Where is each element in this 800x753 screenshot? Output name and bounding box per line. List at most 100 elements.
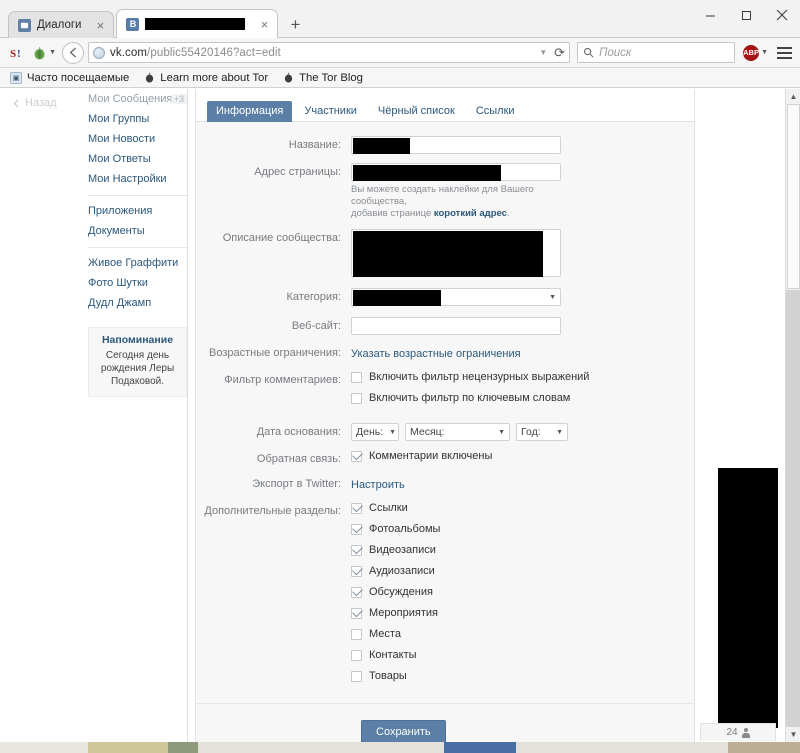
menu-icon[interactable]: [777, 46, 792, 59]
tab-links[interactable]: Ссылки: [467, 101, 524, 122]
close-icon[interactable]: ×: [257, 17, 271, 31]
checkbox-label: Места: [369, 628, 401, 640]
save-bar: Сохранить: [196, 703, 694, 742]
sidebar-item-answers[interactable]: Мои Ответы: [88, 149, 187, 169]
maximize-icon[interactable]: [728, 0, 764, 30]
year-select[interactable]: Год: ▼: [516, 423, 568, 441]
checkbox[interactable]: [351, 450, 362, 462]
sidebar-item-messages[interactable]: +3 Мои Сообщения: [88, 89, 187, 109]
checkbox-row-section[interactable]: Мероприятия: [351, 607, 694, 619]
tab-title-redacted: [145, 18, 246, 30]
scrollbar-track[interactable]: [786, 290, 800, 727]
reminder-title: Напоминание: [101, 334, 174, 346]
checkbox-row-profanity-filter[interactable]: Включить фильтр нецензурных выражений: [351, 371, 694, 383]
checkbox[interactable]: [351, 586, 362, 598]
back-link[interactable]: Назад: [12, 97, 57, 109]
new-tab-button[interactable]: +: [282, 12, 308, 37]
checkbox-row-comments-enabled[interactable]: Комментарии включены: [351, 450, 694, 462]
checkbox[interactable]: [351, 649, 362, 661]
month-select[interactable]: Месяц: ▼: [405, 423, 510, 441]
age-restrictions-link[interactable]: Указать возрастные ограничения: [351, 346, 521, 360]
vk-icon: В: [126, 17, 140, 31]
short-address-link[interactable]: короткий адрес: [434, 208, 507, 219]
name-input[interactable]: [351, 136, 561, 154]
chevron-down-icon[interactable]: ▼: [539, 48, 547, 57]
scrollbar-thumb[interactable]: [787, 104, 800, 289]
taskbar-segment: [168, 742, 198, 753]
bookmark-tor-blog[interactable]: The Tor Blog: [277, 71, 368, 85]
back-button[interactable]: [62, 41, 84, 64]
checkbox-row-section[interactable]: Обсуждения: [351, 586, 694, 598]
category-select[interactable]: ▼: [351, 288, 561, 306]
reminder-box: Напоминание Сегодня день рождения Леры П…: [88, 327, 187, 397]
checkbox-row-section[interactable]: Места: [351, 628, 694, 640]
checkbox[interactable]: [351, 670, 362, 682]
sidebar-item-documents[interactable]: Документы: [88, 221, 187, 241]
group-edit-tabs: Информация Участники Чёрный список Ссылк…: [196, 89, 694, 122]
page-viewport: Назад +3 Мои Сообщения Мои Группы Мои Но…: [0, 89, 800, 742]
checkbox[interactable]: [351, 544, 362, 556]
bookmark-learn-more-tor[interactable]: Learn more about Tor: [138, 71, 273, 85]
checkbox-label: Контакты: [369, 649, 417, 661]
sidebar-item-doodle-jump[interactable]: Дудл Джамп: [88, 293, 187, 313]
adblock-plus-icon[interactable]: ABP: [743, 44, 760, 61]
checkbox[interactable]: [351, 565, 362, 577]
day-select[interactable]: День: ▼: [351, 423, 399, 441]
checkbox-row-section[interactable]: Контакты: [351, 649, 694, 661]
close-icon[interactable]: [764, 0, 800, 30]
additional-sections-list: Ссылки Фотоальбомы Видеозаписи Аудиозаписи О…: [351, 502, 694, 691]
twitter-configure-link[interactable]: Настроить: [351, 477, 405, 491]
online-counter-widget[interactable]: 24: [700, 723, 776, 741]
checkbox-row-section[interactable]: Видеозаписи: [351, 544, 694, 556]
checkbox[interactable]: [351, 607, 362, 619]
search-input[interactable]: Поиск: [577, 42, 736, 63]
url-bar[interactable]: vk.com/public55420146?act=edit ▼ ⟳: [88, 42, 571, 63]
checkbox-row-section[interactable]: Аудиозаписи: [351, 565, 694, 577]
checkbox[interactable]: [351, 628, 362, 640]
checkbox[interactable]: [351, 392, 362, 404]
minimize-icon[interactable]: [692, 0, 728, 30]
checkbox[interactable]: [351, 523, 362, 535]
bookmark-frequently-visited[interactable]: ▣ Часто посещаемые: [5, 71, 134, 85]
vertical-scrollbar[interactable]: ▲ ▼: [785, 89, 800, 742]
reminder-line-3: Подаковой.: [110, 376, 165, 387]
browser-tab-vk[interactable]: В ×: [116, 9, 279, 38]
description-textarea[interactable]: [351, 229, 561, 277]
sidebar-item-photo-jokes[interactable]: Фото Шутки: [88, 273, 187, 293]
save-button[interactable]: Сохранить: [361, 720, 446, 742]
website-input[interactable]: [351, 317, 561, 335]
chevron-down-icon: ▼: [549, 293, 556, 301]
checkbox-row-section[interactable]: Ссылки: [351, 502, 694, 514]
category-label: Категория:: [286, 291, 341, 303]
checkbox-row-keyword-filter[interactable]: Включить фильтр по ключевым словам: [351, 392, 694, 404]
tab-information[interactable]: Информация: [207, 101, 293, 122]
checkbox-row-section[interactable]: Фотоальбомы: [351, 523, 694, 535]
sidebar-item-graffiti[interactable]: Живое Граффити: [88, 253, 187, 273]
url-path: /public55420146?act=edit: [147, 46, 281, 59]
field-row-sections: Дополнительные разделы: Ссылки Фотоальбом…: [196, 502, 694, 691]
close-icon[interactable]: ×: [93, 18, 107, 32]
sidebar-item-settings[interactable]: Мои Настройки: [88, 169, 187, 189]
scroll-down-arrow-icon[interactable]: ▼: [786, 727, 800, 742]
tab-blacklist[interactable]: Чёрный список: [369, 101, 464, 122]
sidebar-item-apps[interactable]: Приложения: [88, 201, 187, 221]
name-label: Название:: [288, 139, 341, 151]
browser-tab-dialogi[interactable]: Диалоги ×: [8, 11, 115, 38]
sidebar-item-groups[interactable]: Мои Группы: [88, 109, 187, 129]
chevron-down-icon[interactable]: ▼: [761, 49, 768, 56]
address-input[interactable]: [351, 163, 561, 181]
sidebar-item-news[interactable]: Мои Новости: [88, 129, 187, 149]
tab-participants[interactable]: Участники: [295, 101, 366, 122]
tor-onion-icon[interactable]: ▼: [32, 41, 56, 65]
field-row-category: Категория: ▼: [196, 288, 694, 306]
address-hint-line1: Вы можете создать наклейки для Вашего со…: [351, 184, 534, 207]
checkbox-row-section[interactable]: Товары: [351, 670, 694, 682]
reload-icon[interactable]: ⟳: [554, 45, 565, 61]
scroll-up-arrow-icon[interactable]: ▲: [786, 89, 800, 104]
chevron-down-icon[interactable]: ▼: [49, 49, 56, 56]
messages-badge: +3: [170, 94, 187, 104]
searchonion-icon[interactable]: S !: [6, 41, 30, 65]
checkbox[interactable]: [351, 502, 362, 514]
checkbox[interactable]: [351, 371, 362, 383]
field-row-website: Веб-сайт:: [196, 317, 694, 335]
